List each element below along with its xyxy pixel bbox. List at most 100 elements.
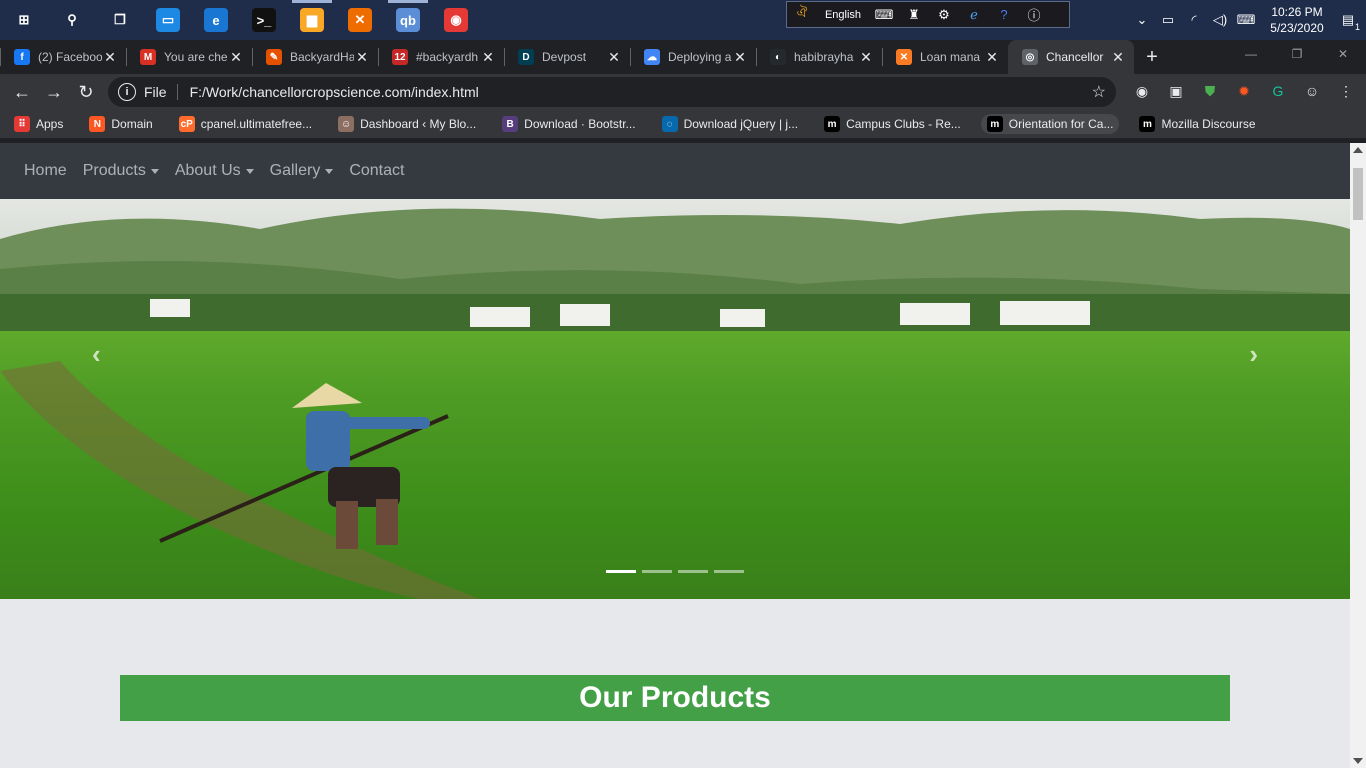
ime-icon[interactable]: ঐ — [793, 5, 811, 24]
bookmark-item[interactable]: m Mozilla Discourse — [1133, 114, 1261, 134]
bookmark-item[interactable]: ☺ Dashboard ‹ My Blo... — [332, 114, 482, 134]
keyboard-layout-icon[interactable]: ⌨ — [1236, 10, 1256, 30]
chevron-up-icon[interactable]: ⌄ — [1132, 10, 1152, 30]
keyboard-icon[interactable]: ⌨ — [875, 6, 894, 24]
address-bar[interactable]: i File F:/Work/chancellorcropscience.com… — [108, 77, 1116, 107]
carousel-indicator[interactable] — [606, 570, 636, 573]
tools-icon[interactable]: ♜ — [905, 6, 923, 24]
browser-tab[interactable]: f (2) Facebook ✕ — [0, 40, 126, 74]
new-tab-button[interactable]: + — [1134, 40, 1170, 74]
browser-tab[interactable]: ◐ habibrayha ✕ — [756, 40, 882, 74]
taskbar-edge-button[interactable]: e — [192, 0, 240, 40]
scroll-thumb[interactable] — [1353, 168, 1363, 220]
bookmark-item[interactable]: ◌ Download jQuery | j... — [656, 114, 805, 134]
bookmark-label: Download · Bootstr... — [524, 117, 636, 131]
tab-title: BackyardHa — [290, 50, 354, 64]
language-bar[interactable]: ঐ English ⌨ ♜ ⚙ ℯ ? ⓘ — [786, 1, 1070, 28]
bookmark-label: Download jQuery | j... — [683, 117, 799, 131]
gmail-icon: M — [140, 49, 156, 65]
taskbar-windows-start-button[interactable]: ⊞ — [0, 0, 48, 40]
bookmark-item[interactable]: N Domain — [83, 114, 158, 134]
tab-close-icon[interactable]: ✕ — [354, 49, 370, 66]
profile-avatar[interactable]: ☺ — [1300, 78, 1324, 104]
close-window-button[interactable]: ✕ — [1320, 40, 1366, 68]
page-scrollbar[interactable] — [1350, 143, 1366, 768]
scroll-down-arrow[interactable] — [1353, 758, 1363, 764]
language-label[interactable]: English — [823, 9, 863, 21]
ie-icon[interactable]: ℯ — [965, 6, 983, 24]
tab-close-icon[interactable]: ✕ — [732, 49, 748, 66]
bookmark-star-icon[interactable]: ☆ — [1092, 82, 1106, 102]
extension-shield-icon[interactable]: ⛊ — [1198, 78, 1222, 104]
help-icon[interactable]: ? — [995, 6, 1013, 24]
taskbar-xampp-button[interactable]: ✕ — [336, 0, 384, 40]
clock[interactable]: 10:26 PM 5/23/2020 — [1262, 4, 1332, 36]
volume-icon[interactable]: ◁) — [1210, 10, 1230, 30]
forward-button[interactable]: → — [38, 74, 70, 110]
mozilla-icon: m — [824, 116, 841, 132]
extension-owl-icon[interactable]: ◉ — [1130, 78, 1154, 104]
tab-close-icon[interactable]: ✕ — [1110, 49, 1126, 66]
taskbar-app-cloud-button[interactable]: ▭ — [144, 0, 192, 40]
address-url[interactable]: F:/Work/chancellorcropscience.com/index.… — [190, 84, 1092, 100]
taskbar-task-view-button[interactable]: ❐ — [96, 0, 144, 40]
carousel-indicator[interactable] — [714, 570, 744, 573]
tab-close-icon[interactable]: ✕ — [984, 49, 1000, 66]
browser-tab[interactable]: ✕ Loan mana ✕ — [882, 40, 1008, 74]
browser-tab[interactable]: D Devpost ✕ — [504, 40, 630, 74]
tab-close-icon[interactable]: ✕ — [858, 49, 874, 66]
menu-icon[interactable]: ⋮ — [1334, 78, 1358, 104]
tab-close-icon[interactable]: ✕ — [228, 49, 244, 66]
carousel-indicator[interactable] — [642, 570, 672, 573]
scroll-up-arrow[interactable] — [1353, 147, 1363, 153]
grammarly-icon[interactable]: G — [1266, 78, 1290, 104]
browser-tab[interactable]: ◎ Chancellor ✕ — [1008, 40, 1134, 74]
browser-tab[interactable]: ✎ BackyardHa ✕ — [252, 40, 378, 74]
info-icon[interactable]: ⓘ — [1025, 6, 1043, 24]
extension-camera-icon[interactable]: ▣ — [1164, 78, 1188, 104]
browser-tab[interactable]: 12 #backyardh ✕ — [378, 40, 504, 74]
extension-fire-icon[interactable]: ✹ — [1232, 78, 1256, 104]
notification-icon[interactable]: ▤ 1 — [1338, 10, 1360, 32]
taskbar-chrome-button[interactable]: ◉ — [432, 0, 480, 40]
bookmarks-bar: ⠿ Apps N Domain cP cpanel.ultimatefree... ☺ Das… — [0, 110, 1366, 138]
nav-link-products[interactable]: Products — [75, 162, 167, 180]
bookmark-item[interactable]: cP cpanel.ultimatefree... — [173, 114, 318, 134]
wifi-icon[interactable]: ◜ — [1184, 10, 1204, 30]
carousel-next-button[interactable]: › — [1249, 339, 1258, 370]
gear-icon[interactable]: ⚙ — [935, 6, 953, 24]
browser-tab[interactable]: M You are che ✕ — [126, 40, 252, 74]
nav-link-contact[interactable]: Contact — [341, 162, 412, 180]
tab-close-icon[interactable]: ✕ — [102, 49, 118, 66]
battery-icon[interactable]: ▭ — [1158, 10, 1178, 30]
bookmark-item[interactable]: B Download · Bootstr... — [496, 114, 641, 134]
calendar-icon: 12 — [392, 49, 408, 65]
bookmark-item[interactable]: ⠿ Apps — [8, 114, 69, 134]
reload-button[interactable]: ↻ — [70, 74, 102, 110]
bookmark-label: Domain — [111, 117, 153, 131]
taskbar-file-explorer-button[interactable]: ▆ — [288, 0, 336, 40]
taskbar-search-button[interactable]: ⚲ — [48, 0, 96, 40]
carousel-prev-button[interactable]: ‹ — [92, 339, 101, 370]
nav-link-home[interactable]: Home — [16, 162, 75, 180]
carousel-indicator[interactable] — [678, 570, 708, 573]
back-button[interactable]: ← — [6, 74, 38, 110]
minimize-button[interactable]: — — [1228, 40, 1274, 68]
app-cloud-icon: ▭ — [156, 8, 180, 32]
nav-link-about-us[interactable]: About Us — [167, 162, 262, 180]
taskbar-qbittorrent-button[interactable]: qb — [384, 0, 432, 40]
mozilla-icon: m — [986, 116, 1003, 132]
cpanel-icon: cP — [178, 116, 195, 132]
bookmark-item[interactable]: m Orientation for Ca... — [980, 114, 1120, 134]
bookmark-label: Orientation for Ca... — [1008, 117, 1114, 131]
taskbar-terminal-button[interactable]: >_ — [240, 0, 288, 40]
tab-close-icon[interactable]: ✕ — [480, 49, 496, 66]
browser-tab[interactable]: ☁ Deploying a ✕ — [630, 40, 756, 74]
browser-tab-strip: f (2) Facebook ✕ M You are che ✕ ✎ BackyardHa ✕ 1… — [0, 40, 1366, 74]
nav-link-gallery[interactable]: Gallery — [262, 162, 342, 180]
browser-toolbar: ← → ↻ i File F:/Work/chancellorcropscien… — [0, 74, 1366, 110]
site-info-icon[interactable]: i — [118, 83, 136, 101]
tab-close-icon[interactable]: ✕ — [606, 49, 622, 66]
restore-button[interactable]: ❐ — [1274, 40, 1320, 68]
bookmark-item[interactable]: m Campus Clubs - Re... — [818, 114, 967, 134]
